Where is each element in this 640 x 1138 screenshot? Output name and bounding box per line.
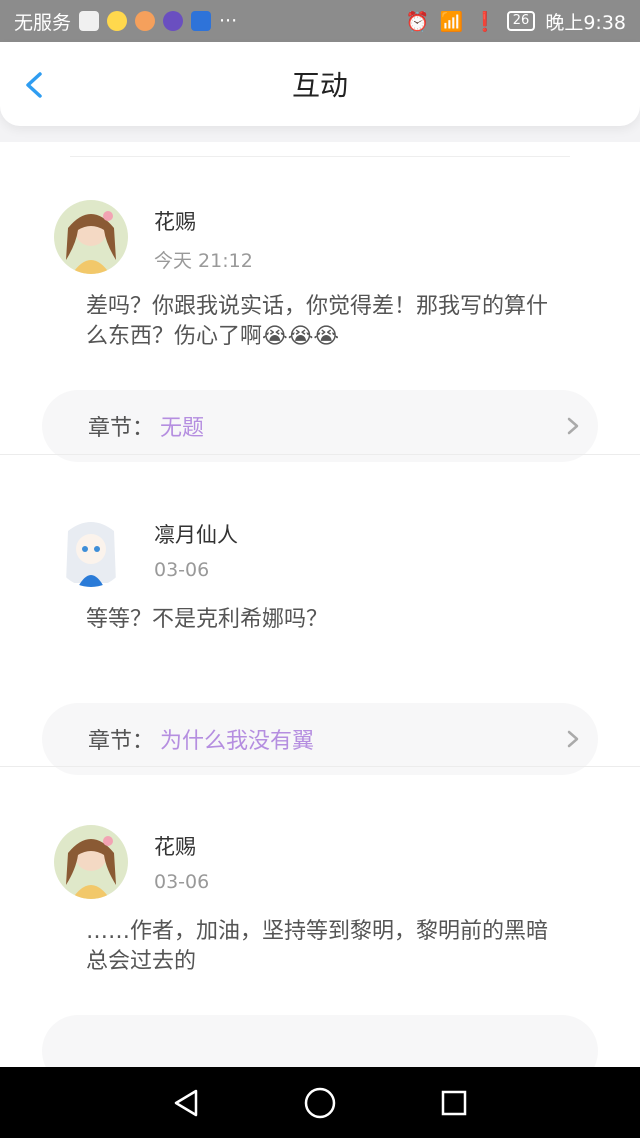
carrier-text: 无服务 — [14, 11, 72, 34]
activity-icon — [79, 11, 100, 31]
app-notification-icon — [107, 11, 128, 31]
alarm-icon: ⏰ — [405, 10, 430, 33]
chapter-link[interactable]: 章节： 为什么我没有翼 — [42, 703, 598, 775]
status-bar: 无服务 ··· ⏰ 📶 ❗ 26 晚上9:38 — [0, 0, 640, 42]
page-title: 互动 — [291, 69, 348, 102]
back-chevron-left-icon[interactable] — [22, 70, 50, 100]
comment-author[interactable]: 花赐 — [154, 206, 196, 236]
chevron-right-icon — [567, 730, 579, 748]
chapter-label: 章节： — [88, 416, 155, 441]
chapter-link[interactable]: 章节： 无题 — [42, 390, 598, 462]
comment-time: 03-06 — [154, 559, 210, 581]
comment-time: 03-06 — [154, 871, 210, 893]
comment-text: ……作者，加油，坚持等到黎明，黎明前的黑暗总会过去的 — [86, 919, 549, 974]
chapter-link[interactable] — [42, 1015, 598, 1067]
avatar[interactable] — [54, 200, 128, 274]
app-header: 互动 — [0, 42, 640, 126]
nav-home-circle-icon[interactable] — [303, 1086, 337, 1120]
comment-text: 差吗？你跟我说实话，你觉得差！那我写的算什么东西？伤心了啊😭😭😭 — [86, 294, 549, 349]
clock: 晚上9:38 — [545, 11, 626, 34]
comment-author[interactable]: 花赐 — [154, 831, 196, 861]
comment-author[interactable]: 凛月仙人 — [154, 519, 238, 549]
avatar[interactable] — [54, 825, 128, 899]
avatar-notification-icon — [135, 11, 156, 31]
chat-notification-icon — [163, 11, 184, 31]
chapter-title: 无题 — [160, 416, 205, 441]
shield-notification-icon — [191, 11, 212, 31]
chapter-label: 章节： — [88, 729, 155, 754]
comment-card: 花赐 今天 21:12 差吗？你跟我说实话，你觉得差！那我写的算什么东西？伤心了… — [0, 142, 640, 462]
chapter-title: 为什么我没有翼 — [160, 729, 315, 754]
comment-list: 花赐 今天 21:12 差吗？你跟我说实话，你觉得差！那我写的算什么东西？伤心了… — [0, 142, 640, 1067]
system-nav-bar — [0, 1067, 640, 1138]
divider — [70, 156, 570, 157]
comment-time: 今天 21:12 — [154, 250, 253, 272]
nav-recent-square-icon[interactable] — [439, 1088, 469, 1118]
wifi-icon: 📶 — [439, 10, 464, 33]
comment-card: 花赐 03-06 ……作者，加油，坚持等到黎明，黎明前的黑暗总会过去的 — [0, 766, 640, 1067]
battery-icon: 26 — [506, 11, 536, 31]
avatar[interactable] — [54, 513, 128, 587]
comment-card: 凛月仙人 03-06 等等？不是克利希娜吗？ 章节： 为什么我没有翼 — [0, 454, 640, 775]
nav-back-triangle-icon[interactable] — [171, 1087, 201, 1119]
comment-text: 等等？不是克利希娜吗？ — [86, 607, 329, 632]
more-notifications: ··· — [219, 10, 238, 32]
sim-alert-icon: ❗ — [473, 10, 497, 33]
chevron-right-icon — [567, 417, 579, 435]
